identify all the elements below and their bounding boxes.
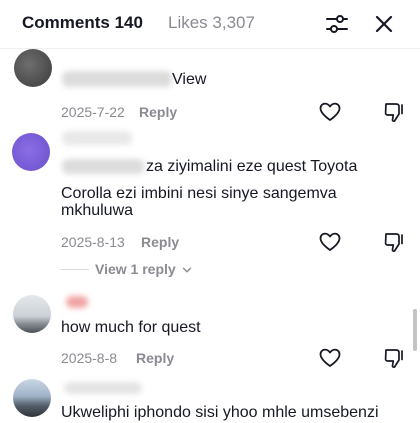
avatar[interactable] — [13, 379, 51, 417]
reply-button[interactable]: Reply — [139, 104, 177, 120]
chevron-down-icon — [182, 267, 191, 273]
comment-date: 2025-8-8 — [61, 350, 118, 366]
like-button[interactable] — [318, 346, 342, 370]
like-button[interactable] — [318, 100, 342, 124]
dislike-button[interactable] — [382, 230, 406, 254]
thumbs-down-icon — [384, 349, 403, 369]
comment-text-line3: mkhuluwa — [61, 202, 134, 219]
tab-comments[interactable]: Comments 140 — [22, 13, 143, 33]
filter-button[interactable] — [323, 10, 351, 38]
comments-header: Comments 140 Likes 3,307 — [0, 0, 420, 48]
thumbs-down-icon — [384, 103, 403, 123]
comment-text: Ukweliphi iphondo sisi yhoo mhle umseben… — [61, 404, 379, 421]
blurred-text — [62, 159, 144, 174]
blurred-username — [66, 296, 88, 308]
view-replies-line — [61, 269, 89, 270]
avatar[interactable] — [13, 295, 51, 333]
heart-icon — [319, 348, 341, 367]
comment-text-line1: za ziyimalini eze quest Toyota — [146, 158, 358, 175]
filter-sliders-icon — [326, 15, 348, 33]
reply-button[interactable]: Reply — [136, 350, 174, 366]
close-button[interactable] — [370, 10, 398, 38]
comments-list[interactable]: View 2025-7-22 Reply za ziyimalini eze q… — [0, 49, 420, 423]
blurred-username — [64, 382, 142, 394]
comment-text: how much for quest — [61, 319, 201, 336]
comment-text: View — [172, 71, 207, 88]
comment-date: 2025-7-22 — [61, 104, 125, 120]
view-replies-button[interactable]: View 1 reply — [95, 261, 192, 277]
blurred-username — [62, 71, 172, 87]
avatar[interactable] — [12, 133, 50, 171]
dislike-button[interactable] — [382, 100, 406, 124]
heart-icon — [319, 102, 341, 121]
dislike-button[interactable] — [382, 346, 406, 370]
avatar[interactable] — [14, 49, 52, 87]
view-replies-label: View 1 reply — [95, 261, 176, 277]
scrollbar-thumb[interactable] — [413, 309, 417, 351]
like-button[interactable] — [318, 230, 342, 254]
comment-date: 2025-8-13 — [61, 234, 125, 250]
reply-button[interactable]: Reply — [141, 234, 179, 250]
heart-icon — [319, 232, 341, 251]
close-icon — [375, 15, 393, 33]
blurred-username — [62, 131, 132, 145]
thumbs-down-icon — [384, 233, 403, 253]
tab-likes[interactable]: Likes 3,307 — [168, 13, 255, 33]
